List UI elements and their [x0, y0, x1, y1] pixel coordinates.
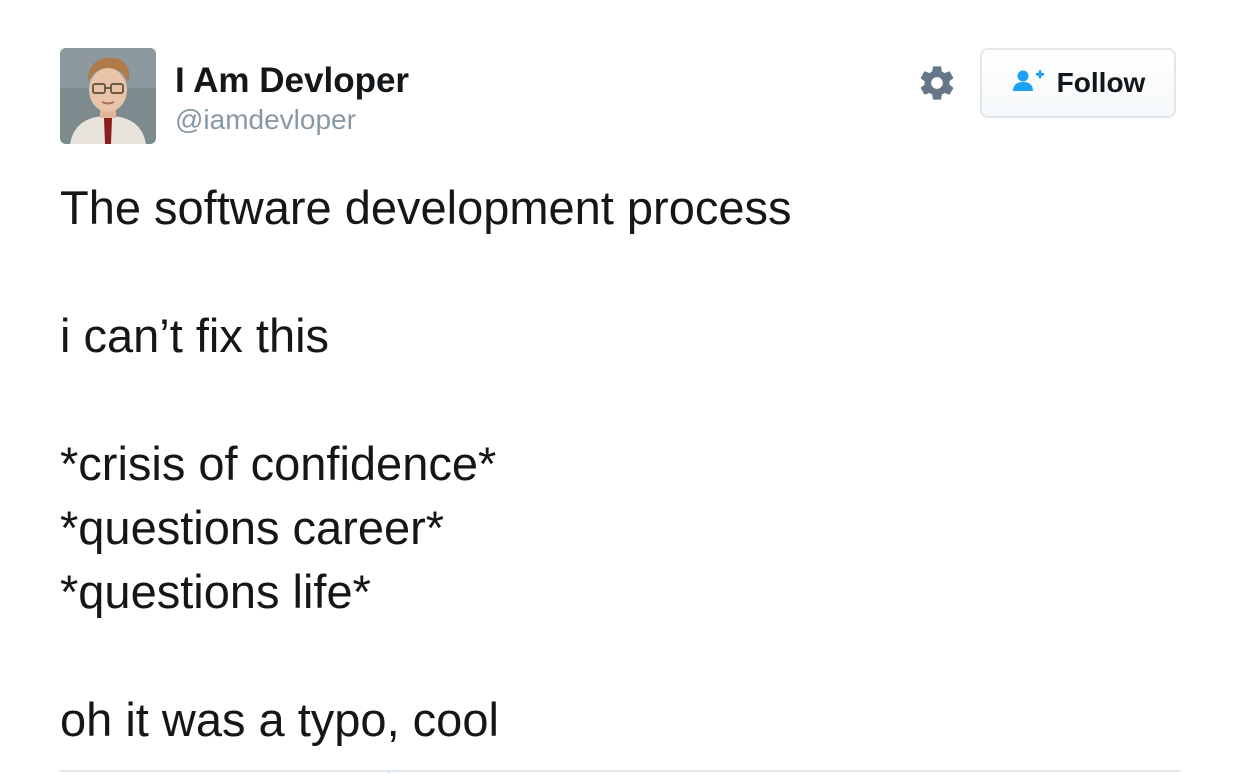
divider-tick	[388, 770, 390, 774]
avatar[interactable]	[60, 48, 156, 144]
user-handle[interactable]: @iamdevloper	[175, 102, 356, 138]
tweet-line: i can’t fix this	[60, 309, 330, 362]
tweet-line: oh it was a typo, cool	[60, 693, 499, 746]
tweet-line: *crisis of confidence*	[60, 437, 497, 490]
tweet-line: The software development process	[60, 181, 792, 234]
follow-button-label: Follow	[1056, 67, 1146, 98]
tweet-text: The software development process i can’t…	[60, 176, 1200, 752]
tweet-line: *questions life*	[60, 565, 371, 618]
tweet-line: *questions career*	[60, 501, 445, 554]
divider	[60, 770, 1180, 772]
gear-icon[interactable]	[917, 63, 957, 103]
add-user-icon	[1011, 69, 1047, 98]
follow-button[interactable]: Follow	[980, 48, 1176, 118]
display-name[interactable]: I Am Devloper	[175, 60, 409, 102]
user-avatar-photo	[60, 48, 156, 144]
